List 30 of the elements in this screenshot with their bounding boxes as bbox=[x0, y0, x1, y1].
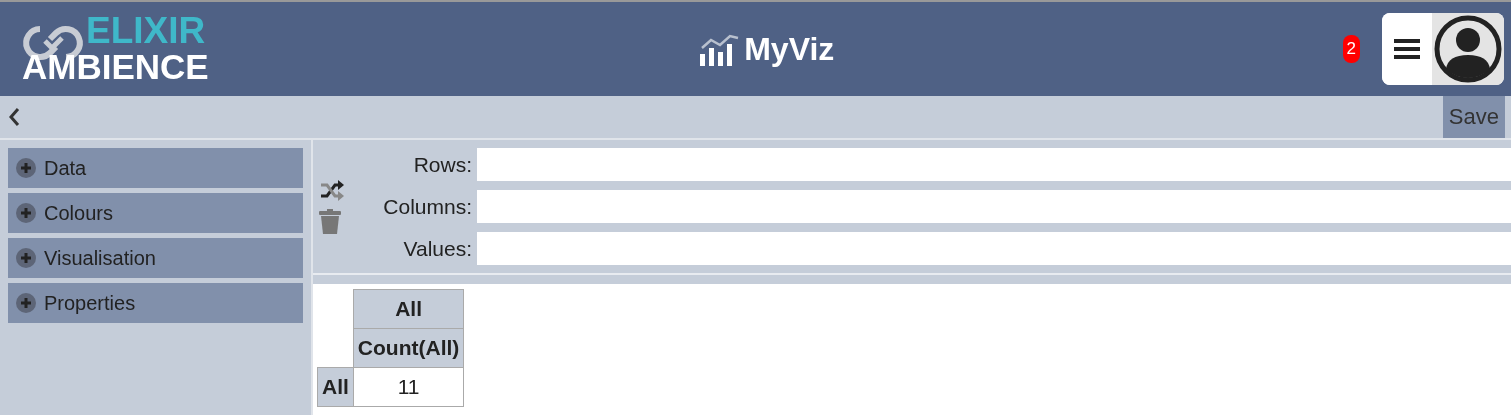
user-avatar-icon bbox=[1434, 15, 1502, 83]
logo-text: AMBIENCE bbox=[22, 49, 209, 85]
avatar-button[interactable] bbox=[1432, 13, 1504, 85]
field-label: Values: bbox=[402, 236, 473, 261]
accordion-header[interactable]: Properties bbox=[8, 283, 303, 323]
shuffle-icon[interactable] bbox=[319, 178, 345, 201]
plus-icon bbox=[16, 293, 36, 313]
accordion-header[interactable]: Colours bbox=[8, 193, 303, 233]
app-title: MyViz bbox=[744, 30, 835, 68]
logo-text: ELIXIR bbox=[86, 13, 207, 49]
drop-field[interactable] bbox=[477, 190, 1511, 223]
save-button[interactable]: Save bbox=[1442, 96, 1505, 138]
trash-icon[interactable] bbox=[319, 208, 341, 235]
field-label: Columns: bbox=[382, 194, 473, 219]
drop-field[interactable] bbox=[477, 232, 1511, 265]
chevron-left-icon bbox=[8, 107, 20, 127]
drop-field[interactable] bbox=[477, 148, 1511, 181]
plus-icon bbox=[16, 203, 36, 223]
field-label: Rows: bbox=[412, 152, 473, 177]
bar-chart-icon bbox=[698, 32, 741, 66]
column-header: All bbox=[353, 289, 464, 329]
row-header: All bbox=[317, 367, 354, 407]
plus-icon bbox=[16, 158, 36, 178]
accordion-header[interactable]: Visualisation bbox=[8, 238, 303, 278]
menu-icon bbox=[1394, 38, 1420, 60]
plus-icon bbox=[16, 248, 36, 268]
column-header: Count(All) bbox=[353, 328, 464, 368]
table-cell: 11 bbox=[353, 367, 464, 407]
notification-badge[interactable]: 2 bbox=[1342, 35, 1360, 63]
accordion-header[interactable]: Data bbox=[8, 148, 303, 188]
